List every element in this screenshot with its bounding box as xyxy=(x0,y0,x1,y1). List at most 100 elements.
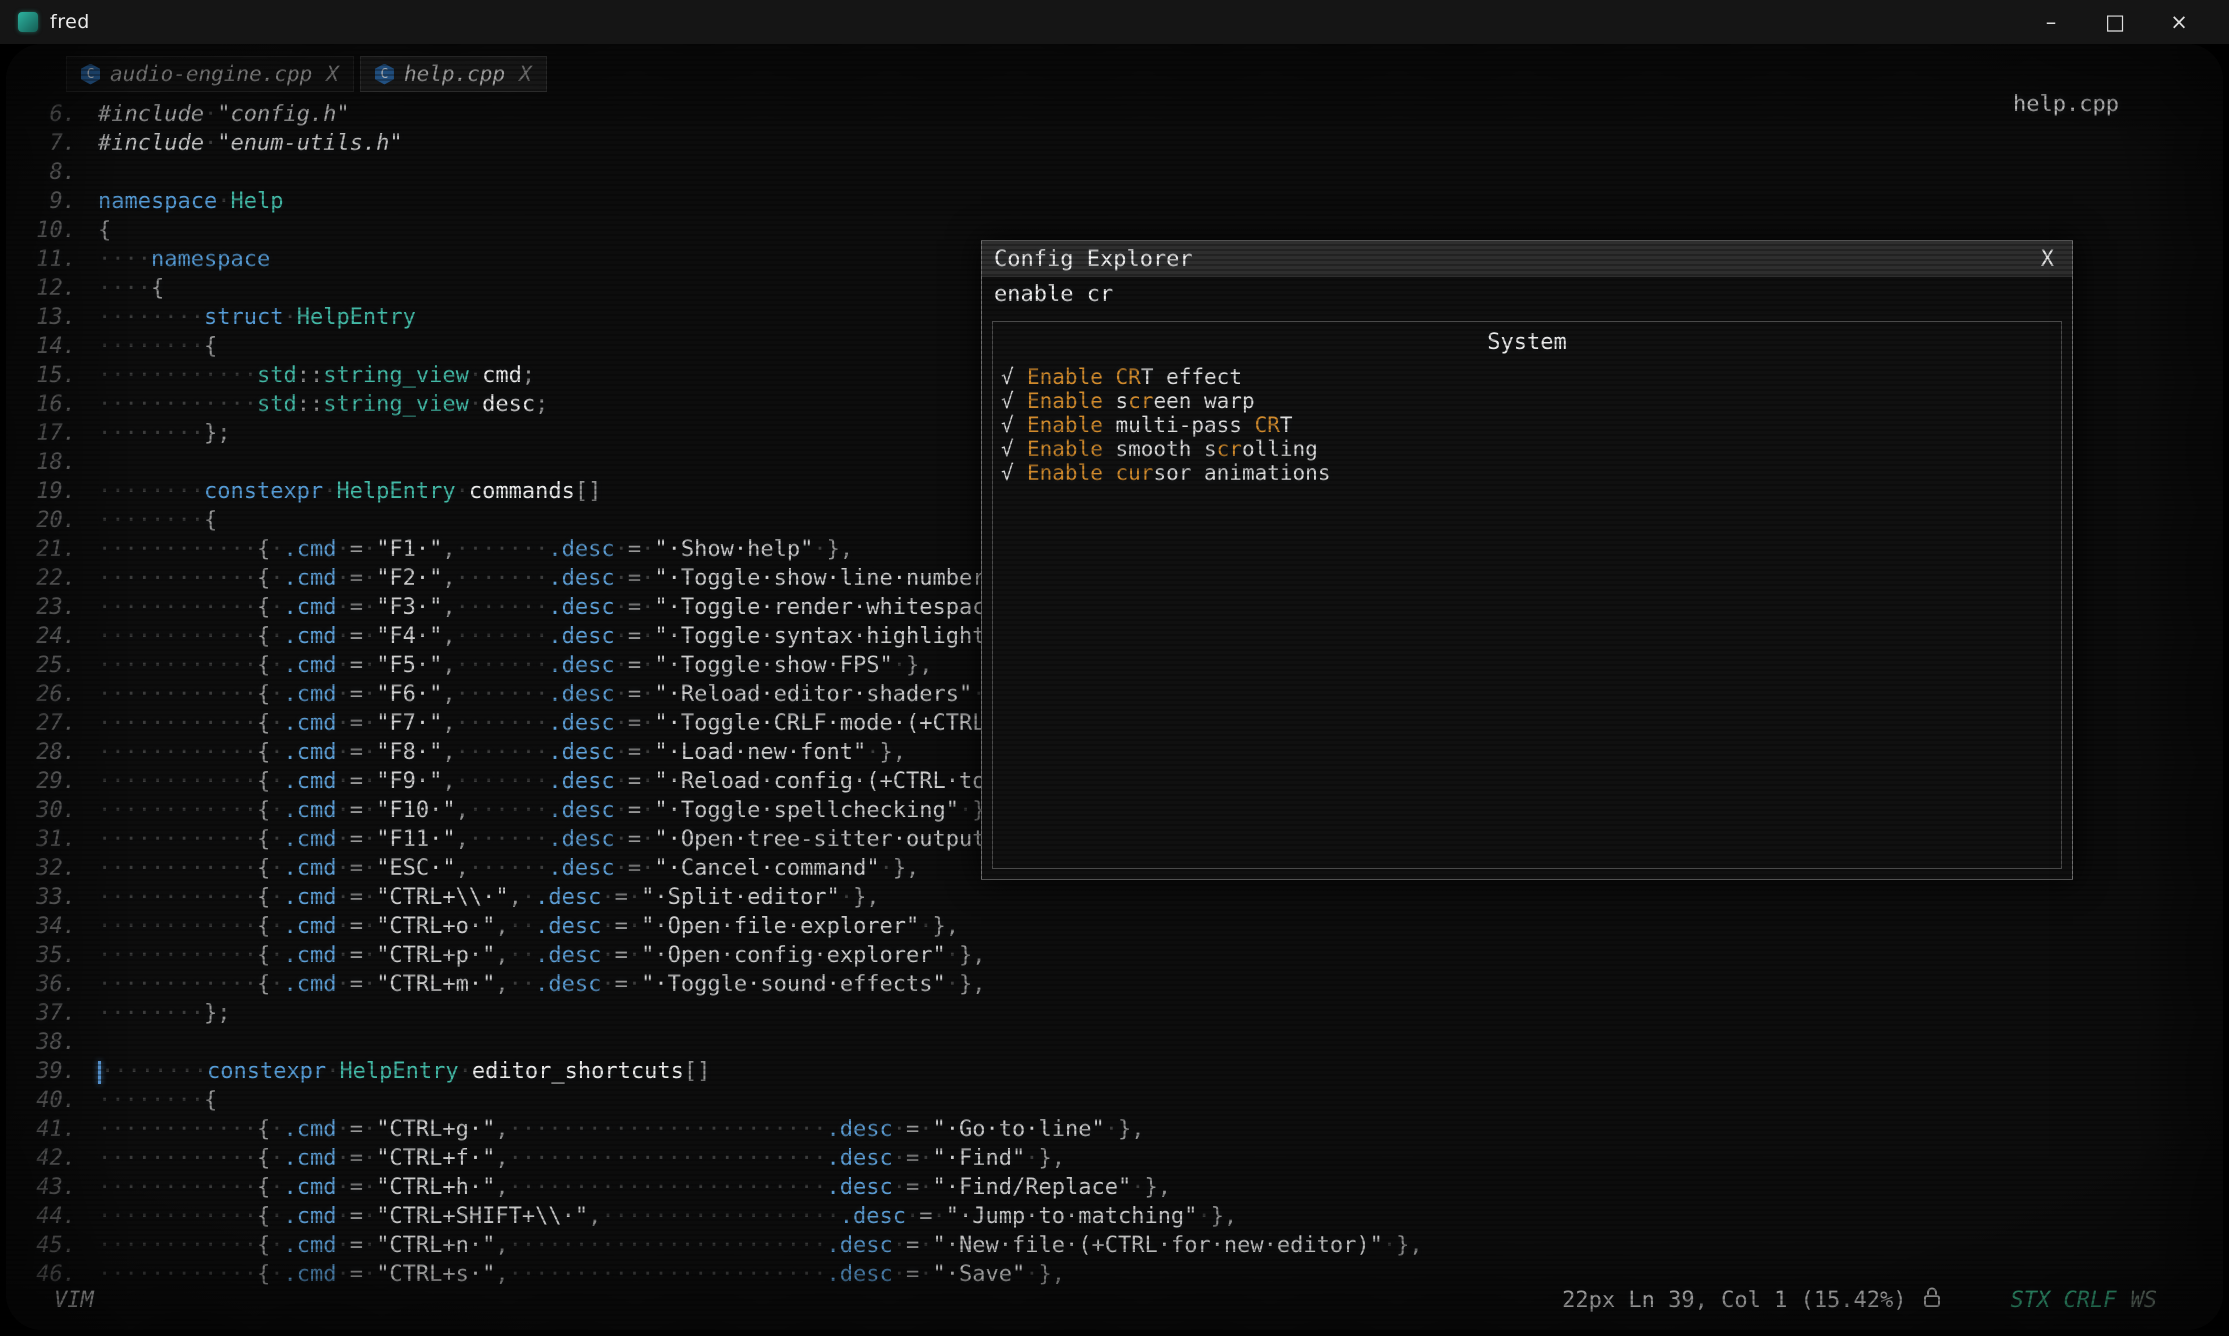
line-number: 36. xyxy=(6,970,98,999)
code-line-text: ············{·.cmd·=·"CTRL+n·",·········… xyxy=(98,1231,1423,1260)
code-line-text: ····namespace xyxy=(98,245,270,274)
checkbox-checked-icon[interactable]: √ xyxy=(1001,461,1027,485)
line-number: 14. xyxy=(6,332,98,361)
config-options-list: √Enable CRT effect√Enable screen warp√En… xyxy=(993,365,2061,485)
code-line-text: ········{ xyxy=(98,1086,217,1115)
config-explorer-close-button[interactable]: X xyxy=(2035,247,2060,272)
config-option[interactable]: √Enable CRT effect xyxy=(993,365,2061,389)
code-line[interactable]: 45.············{·.cmd·=·"CTRL+n·",······… xyxy=(6,1231,2223,1260)
checkbox-checked-icon[interactable]: √ xyxy=(1001,413,1027,437)
checkbox-checked-icon[interactable]: √ xyxy=(1001,389,1027,413)
line-number: 13. xyxy=(6,303,98,332)
line-number: 42. xyxy=(6,1144,98,1173)
code-line[interactable]: 35.············{·.cmd·=·"CTRL+p·",··.des… xyxy=(6,941,2223,970)
config-results-panel: System √Enable CRT effect√Enable screen … xyxy=(992,321,2062,869)
code-line-text: ············{·.cmd·=·"CTRL+\\·",·.desc·=… xyxy=(98,883,880,912)
code-line[interactable]: 33.············{·.cmd·=·"CTRL+\\·",·.des… xyxy=(6,883,2223,912)
code-line-text: ············std::string_view·cmd; xyxy=(98,361,535,390)
code-line-text: ············{·.cmd·=·"CTRL+g·",·········… xyxy=(98,1115,1144,1144)
checkbox-checked-icon[interactable]: √ xyxy=(1001,365,1027,389)
tab-close-button[interactable]: X xyxy=(326,62,339,86)
code-line-text: ············{·.cmd·=·"F6·",·······.desc·… xyxy=(98,680,1012,709)
lock-icon xyxy=(1923,1286,1941,1314)
config-option[interactable]: √Enable screen warp xyxy=(993,389,2061,413)
code-line[interactable]: 43.············{·.cmd·=·"CTRL+h·",······… xyxy=(6,1173,2223,1202)
code-line-text: namespace·Help xyxy=(98,187,283,216)
code-line-text: { xyxy=(98,216,111,245)
line-number: 15. xyxy=(6,361,98,390)
status-right-group: 22px Ln 39, Col 1 (15.42%) STX CRLF WS xyxy=(1562,1286,2157,1314)
window-title: fred xyxy=(50,11,90,33)
code-line[interactable]: 6.#include·"config.h" xyxy=(6,100,2223,129)
code-line-text: ············{·.cmd·=·"CTRL+p·",··.desc·=… xyxy=(98,941,986,970)
config-option[interactable]: √Enable multi-pass CRT xyxy=(993,413,2061,437)
line-number: 6. xyxy=(6,100,98,129)
line-number: 25. xyxy=(6,651,98,680)
line-ending-status: STX CRLF xyxy=(2011,1288,2117,1313)
tab-audio-engine.cpp[interactable]: Caudio-engine.cppX xyxy=(66,56,354,92)
app-icon xyxy=(18,12,38,32)
code-line-text: ············{·.cmd·=·"CTRL+m·",··.desc·=… xyxy=(98,970,986,999)
code-line[interactable]: 34.············{·.cmd·=·"CTRL+o·",··.des… xyxy=(6,912,2223,941)
active-filename-overlay: help.cpp xyxy=(2013,92,2119,117)
checkbox-checked-icon[interactable]: √ xyxy=(1001,437,1027,461)
code-line-text: ············{·.cmd·=·"CTRL+SHIFT+\\·",··… xyxy=(98,1202,1237,1231)
config-search-input[interactable]: enable cr xyxy=(982,277,2072,313)
config-section-header: System xyxy=(993,330,2061,355)
code-line[interactable]: 37.········}; xyxy=(6,999,2223,1028)
line-number: 43. xyxy=(6,1173,98,1202)
code-line[interactable]: 8. xyxy=(6,158,2223,187)
code-line-text: ········}; xyxy=(98,999,230,1028)
tab-label: help.cpp xyxy=(404,62,505,86)
line-number: 32. xyxy=(6,854,98,883)
line-number: 8. xyxy=(6,158,98,187)
cpp-file-icon: C xyxy=(81,64,100,85)
code-line-text: ············{·.cmd·=·"F2·",·······.desc·… xyxy=(98,564,1052,593)
config-explorer-titlebar: Config Explorer X xyxy=(982,241,2072,277)
line-number: 34. xyxy=(6,912,98,941)
line-number: 30. xyxy=(6,796,98,825)
code-line[interactable]: 40.········{ xyxy=(6,1086,2223,1115)
line-number: 19. xyxy=(6,477,98,506)
line-number: 38. xyxy=(6,1028,98,1057)
code-line[interactable]: 41.············{·.cmd·=·"CTRL+g·",······… xyxy=(6,1115,2223,1144)
status-bar: VIM 22px Ln 39, Col 1 (15.42%) STX CRLF … xyxy=(6,1284,2223,1316)
crt-editor-screen: Caudio-engine.cppXChelp.cpp X help.cpp 6.… xyxy=(6,44,2223,1330)
maximize-button[interactable]: □ xyxy=(2083,10,2147,34)
line-number: 11. xyxy=(6,245,98,274)
window-controls: – □ × xyxy=(2019,10,2211,34)
tab-close-button[interactable]: X xyxy=(519,62,532,86)
code-line-text: ············std::string_view·desc; xyxy=(98,390,548,419)
line-number: 45. xyxy=(6,1231,98,1260)
tab-help.cpp[interactable]: Chelp.cppX xyxy=(360,56,547,92)
line-number: 27. xyxy=(6,709,98,738)
code-line[interactable]: 42.············{·.cmd·=·"CTRL+f·",······… xyxy=(6,1144,2223,1173)
line-number: 24. xyxy=(6,622,98,651)
code-line-text: ············{·.cmd·=·"F4·",·······.desc·… xyxy=(98,622,1078,651)
code-line[interactable]: 44.············{·.cmd·=·"CTRL+SHIFT+\\·"… xyxy=(6,1202,2223,1231)
code-line[interactable]: 9.namespace·Help xyxy=(6,187,2223,216)
code-line[interactable]: 38. xyxy=(6,1028,2223,1057)
config-option-label: Enable CRT effect xyxy=(1027,365,1242,389)
line-number: 33. xyxy=(6,883,98,912)
code-line-text: ········constexpr·HelpEntry·commands[] xyxy=(98,477,601,506)
close-button[interactable]: × xyxy=(2147,10,2211,34)
line-number: 29. xyxy=(6,767,98,796)
code-line-text: ············{·.cmd·=·"CTRL+h·",·········… xyxy=(98,1173,1171,1202)
code-line[interactable]: 36.············{·.cmd·=·"CTRL+m·",··.des… xyxy=(6,970,2223,999)
vim-mode-indicator: VIM xyxy=(54,1288,94,1313)
line-number: 22. xyxy=(6,564,98,593)
code-line-text: ········struct·HelpEntry xyxy=(98,303,416,332)
code-line[interactable]: 7.#include·"enum-utils.h" xyxy=(6,129,2223,158)
line-number: 26. xyxy=(6,680,98,709)
code-line-text: ············{·.cmd·=·"F10·",······.desc·… xyxy=(98,796,999,825)
whitespace-status: WS xyxy=(2131,1288,2158,1313)
config-option[interactable]: √Enable smooth scrolling xyxy=(993,437,2061,461)
code-line[interactable]: 39.········constexpr·HelpEntry·editor_sh… xyxy=(6,1057,2223,1086)
line-number: 20. xyxy=(6,506,98,535)
config-option[interactable]: √Enable cursor animations xyxy=(993,461,2061,485)
line-number: 28. xyxy=(6,738,98,767)
minimize-button[interactable]: – xyxy=(2019,10,2083,34)
line-number: 9. xyxy=(6,187,98,216)
code-line-text: ············{·.cmd·=·"ESC·",······.desc·… xyxy=(98,854,919,883)
